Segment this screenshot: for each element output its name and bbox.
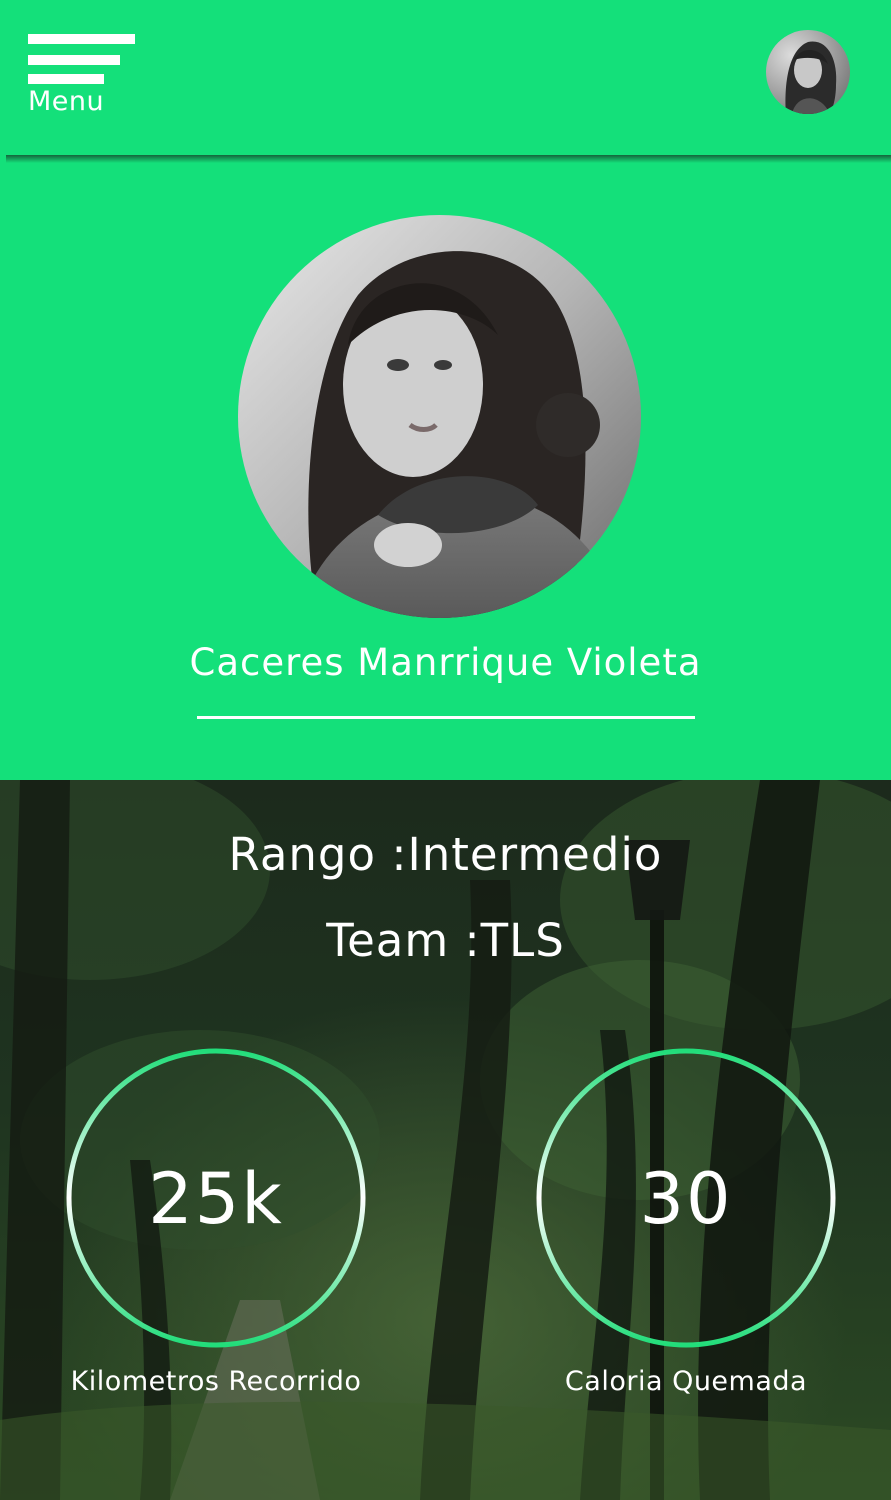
profile-screen: Menu Caceres Manrrique Violeta Rango:In… (0, 0, 891, 1500)
hamburger-icon-line-2 (28, 55, 120, 65)
team-text: Team :TLS (326, 914, 565, 967)
profile-name: Caceres Manrrique Violeta (189, 641, 702, 684)
rank-text: Rango :Intermedio (228, 828, 663, 881)
profile-section: Caceres Manrrique Violeta (0, 157, 891, 780)
avatar-photo-small (766, 30, 850, 114)
name-underline (197, 716, 695, 719)
hamburger-icon-line-3 (28, 74, 104, 84)
hamburger-icon-line-1 (28, 34, 135, 44)
stats-section: Rango :Intermedio Team :TLS 25k Kilometr… (0, 780, 891, 1500)
header-shadow (6, 155, 891, 163)
menu-button[interactable]: Menu (28, 30, 148, 120)
stat-label: Caloria Quemada (564, 1366, 808, 1397)
stat-label: Kilometros Recorrido (70, 1366, 362, 1397)
avatar-photo-large (238, 215, 641, 618)
menu-label: Menu (28, 86, 105, 117)
stat-value: 30 (639, 1158, 733, 1240)
profile-avatar (238, 215, 641, 618)
stat-value: 25k (148, 1158, 284, 1240)
top-bar: Menu (0, 0, 891, 157)
header-avatar[interactable] (766, 30, 850, 114)
